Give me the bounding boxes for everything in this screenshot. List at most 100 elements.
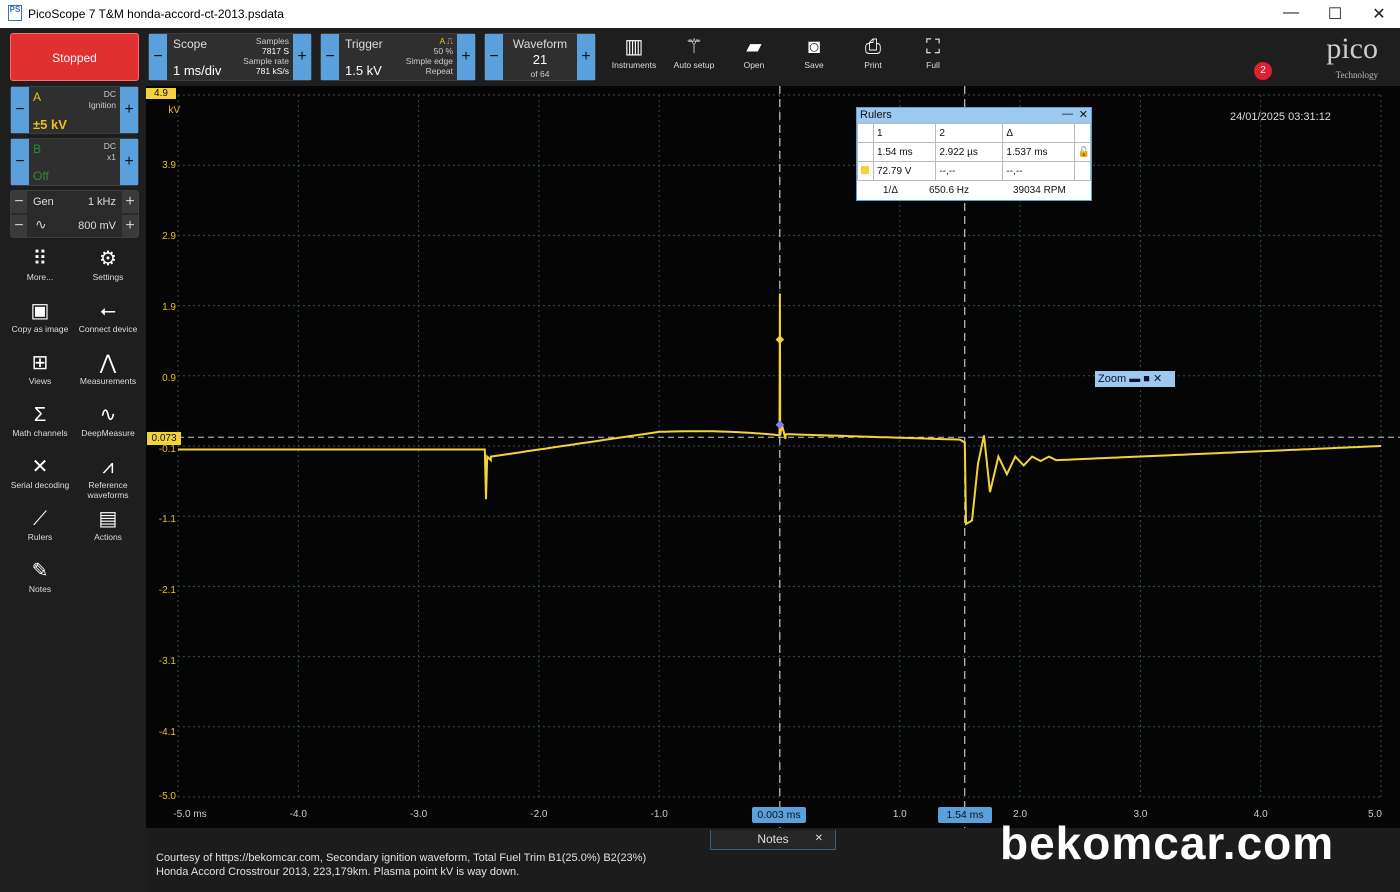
notes-button[interactable]: ✎ Notes: [7, 558, 73, 594]
close-rulers-icon[interactable]: ✕: [1079, 108, 1088, 123]
print-button[interactable]: ⎙ Print: [843, 34, 903, 80]
serial-icon: ✕: [31, 456, 49, 478]
window-title: PicoScope 7 T&M honda-accord-ct-2013.psd…: [28, 7, 284, 21]
more-button[interactable]: ⠿ More...: [7, 246, 73, 282]
waveform-next-button[interactable]: +: [577, 34, 595, 80]
title-bar: PS PicoScope 7 T&M honda-accord-ct-2013.…: [0, 0, 1400, 28]
notes-text[interactable]: Courtesy of https://bekomcar.com, Second…: [156, 851, 646, 879]
channel-a-color-swatch: [861, 165, 869, 174]
auto-setup-button[interactable]: ⚚ Auto setup: [664, 34, 724, 80]
timebase-increase-button[interactable]: +: [293, 34, 311, 80]
ruler-2-label[interactable]: 1.54 ms: [938, 807, 992, 823]
frequency-value: 650.6 Hz: [929, 185, 970, 196]
serial-decoding-button[interactable]: ✕ Serial decoding: [7, 454, 73, 490]
y-tick-label: 0.9: [162, 372, 176, 384]
channel-a-letter: A: [33, 90, 42, 104]
rpm-value: 39034 RPM: [1013, 185, 1066, 196]
channel-a-probe: Ignition: [88, 100, 116, 110]
gen-freq-decrease-button[interactable]: −: [11, 191, 27, 213]
waveform-control: − Waveform 21 of 64 +: [484, 33, 596, 81]
channel-a-increase-button[interactable]: +: [120, 87, 138, 133]
measurements-button[interactable]: ⋀ Measurements: [75, 350, 141, 386]
settings-button[interactable]: ⚙ Settings: [75, 246, 141, 282]
sine-wave-icon: ∿: [35, 216, 47, 232]
stopped-button[interactable]: Stopped: [10, 33, 139, 81]
channel-b-letter: B: [33, 142, 42, 156]
minimize-zoom-icon[interactable]: ▬: [1129, 373, 1140, 385]
restore-zoom-icon[interactable]: ■: [1143, 373, 1150, 385]
save-button[interactable]: ◙ Save: [784, 34, 844, 80]
instruments-icon: ▥: [624, 36, 644, 58]
close-zoom-icon[interactable]: ✕: [1153, 373, 1162, 385]
gen-freq-increase-button[interactable]: +: [122, 191, 138, 213]
gen-frequency[interactable]: 1 kHz: [88, 196, 116, 208]
minimize-rulers-icon[interactable]: —: [1062, 107, 1073, 122]
waveform-number[interactable]: 21: [505, 52, 575, 67]
channel-b-range[interactable]: Off: [33, 169, 49, 183]
ruler-time-1: 1.54 ms: [872, 142, 937, 162]
timebase-value[interactable]: 1 ms/div: [173, 63, 221, 78]
views-button[interactable]: ⊞ Views: [7, 350, 73, 386]
notification-badge[interactable]: 2: [1254, 62, 1272, 80]
ruler-time-2: 2.922 µs: [935, 142, 1004, 162]
deepmeasure-button[interactable]: ∿ DeepMeasure: [75, 402, 141, 438]
scope-view[interactable]: [146, 86, 1400, 828]
trigger-mode: Repeat: [425, 66, 453, 76]
pico-logo: pico Technology 2: [1254, 32, 1382, 84]
trigger-level-value[interactable]: 1.5 kV: [345, 63, 382, 78]
gear-icon: ⚙: [99, 248, 117, 270]
y-tick-label: -2.1: [158, 585, 176, 597]
wave-icon: ∿: [99, 404, 117, 426]
maximize-icon[interactable]: ☐: [1320, 4, 1350, 24]
ruler-icon: ⟋: [33, 508, 47, 530]
y-tick-label: 3.9: [162, 159, 176, 171]
x-tick-label: -4.0: [289, 809, 307, 820]
channel-b-decrease-button[interactable]: −: [11, 139, 29, 185]
ruler-col-1: 1: [872, 123, 937, 143]
ruler-1-label[interactable]: 0.003 ms: [752, 807, 806, 823]
minimize-icon[interactable]: —: [1276, 4, 1306, 24]
waveform-plot[interactable]: [146, 86, 1400, 828]
close-notes-icon[interactable]: ✕: [815, 830, 823, 848]
full-screen-button[interactable]: ⛶ Full: [903, 34, 963, 80]
rulers-button[interactable]: ⟋ Rulers: [7, 506, 73, 542]
actions-button[interactable]: ▤ Actions: [75, 506, 141, 542]
rulers-panel[interactable]: Rulers — ✕ 12Δ 1.54 ms 2.922 µs 1.537 ms 🔓 …: [856, 107, 1092, 201]
channel-b-control: − B DC x1 Off +: [10, 138, 139, 186]
ruler-time-delta: 1.537 ms: [1002, 142, 1075, 162]
picoscope-app-icon: PS: [8, 5, 22, 21]
x-tick-label: 1.0: [892, 809, 907, 820]
gen-amplitude[interactable]: 800 mV: [78, 220, 116, 232]
trigger-channel: A: [439, 36, 445, 46]
trigger-control: − Trigger 1.5 kV A ⎍ 50 % Simple edge Re…: [320, 33, 476, 81]
waveform-previous-button[interactable]: −: [485, 34, 503, 80]
top-scale-label[interactable]: 4.9: [146, 88, 176, 99]
trigger-label: Trigger: [345, 37, 383, 51]
lock-icon[interactable]: 🔓: [1073, 142, 1092, 162]
gen-amp-decrease-button[interactable]: −: [11, 215, 27, 237]
waveform-label: Waveform: [512, 37, 568, 51]
gen-amp-increase-button[interactable]: +: [122, 215, 138, 237]
trigger-decrease-button[interactable]: −: [321, 34, 339, 80]
x-tick-label: -1.0: [650, 809, 668, 820]
instruments-button[interactable]: ▥ Instruments: [604, 34, 664, 80]
y-tick-label: -0.1: [158, 443, 176, 455]
channel-a-range[interactable]: ±5 kV: [33, 117, 67, 132]
trigger-increase-button[interactable]: +: [457, 34, 475, 80]
channel-a-decrease-button[interactable]: −: [11, 87, 29, 133]
notes-tab[interactable]: Notes ✕: [710, 830, 836, 850]
magic-wand-icon: ⚚: [685, 36, 703, 58]
timebase-decrease-button[interactable]: −: [149, 34, 167, 80]
zoom-overview[interactable]: Zoom ▬ ■ ✕: [1095, 371, 1175, 387]
math-channels-button[interactable]: Σ Math channels: [7, 402, 73, 438]
views-icon: ⊞: [31, 352, 49, 374]
clapper-icon: ▤: [98, 508, 118, 530]
open-button[interactable]: ▰ Open: [724, 34, 784, 80]
close-icon[interactable]: ✕: [1364, 4, 1394, 24]
copy-as-image-button[interactable]: ▣ Copy as image: [7, 298, 73, 334]
reference-waveforms-button[interactable]: ⩘ Reference waveforms: [75, 454, 141, 500]
connect-device-button[interactable]: ⭠ Connect device: [75, 298, 141, 334]
y-tick-label: -4.1: [158, 727, 176, 739]
unit-label: kV: [168, 105, 180, 116]
channel-b-increase-button[interactable]: +: [120, 139, 138, 185]
